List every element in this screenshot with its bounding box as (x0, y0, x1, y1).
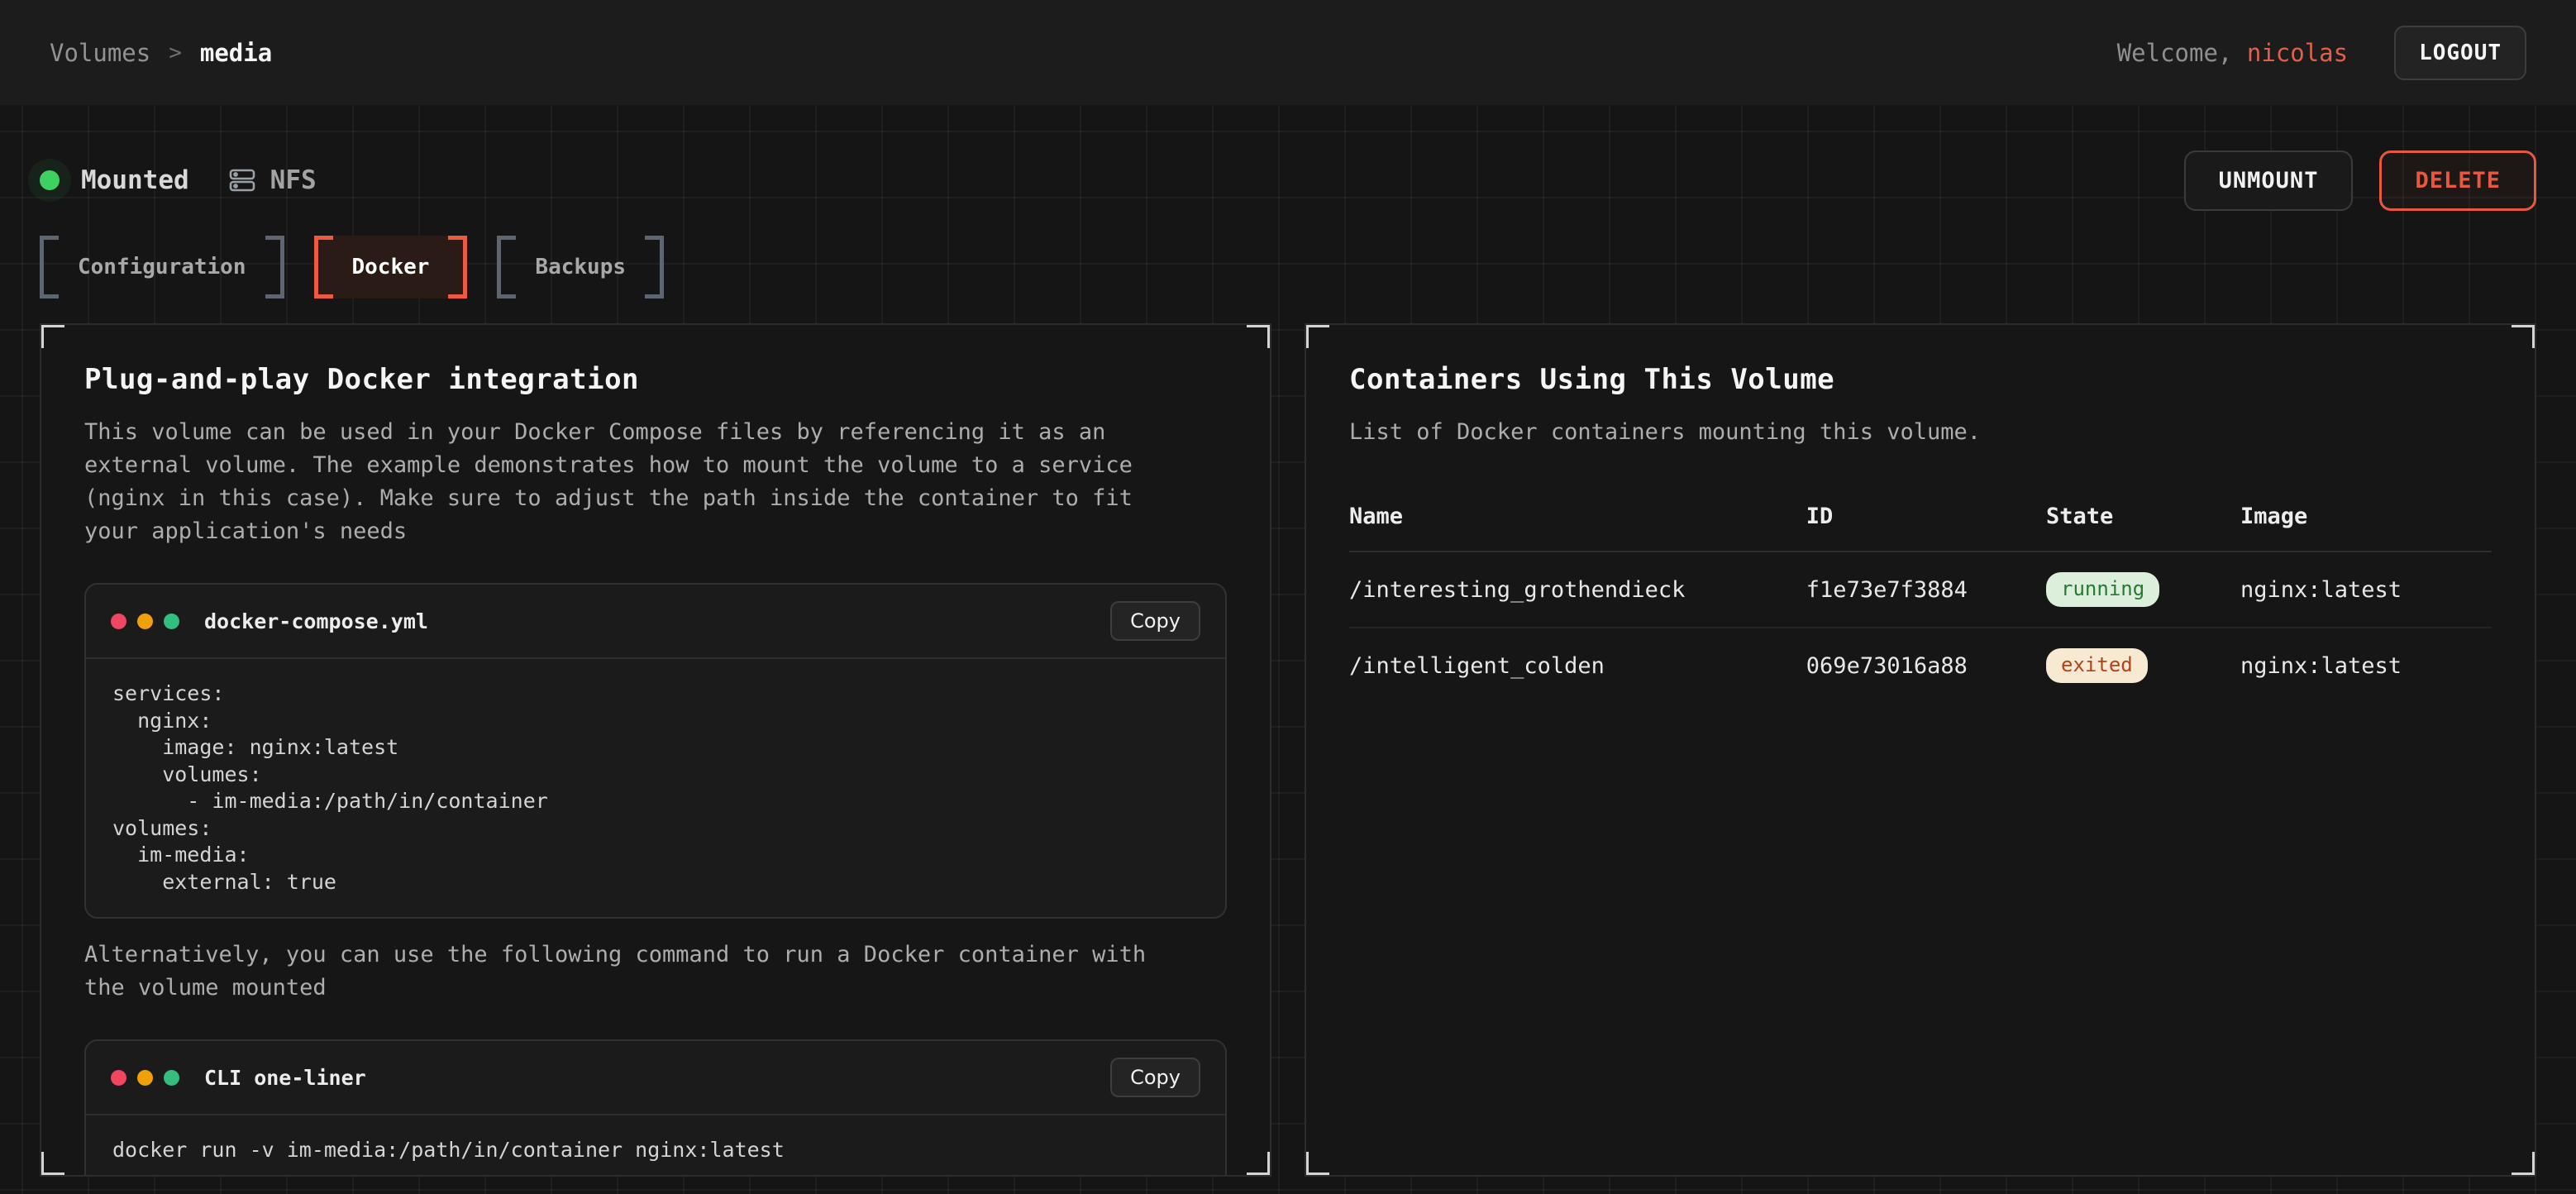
container-name: /interesting_grothendieck (1349, 552, 1806, 628)
containers-panel-title: Containers Using This Volume (1349, 363, 2492, 396)
tab-backups[interactable]: Backups (497, 236, 664, 298)
breadcrumb-separator-icon: > (169, 41, 182, 65)
compose-code-text: services: nginx: image: nginx:latest vol… (86, 659, 1225, 917)
status-badge: exited (2046, 648, 2148, 683)
containers-panel: Containers Using This Volume List of Doc… (1305, 323, 2536, 1177)
cli-title: CLI one-liner (204, 1066, 366, 1090)
container-image: nginx:latest (2240, 552, 2492, 628)
mounted-status-dot-icon (40, 170, 60, 190)
breadcrumb-current-volume: media (200, 39, 272, 67)
cli-code-header: CLI one-liner Copy (86, 1041, 1225, 1115)
filesystem-type: NFS (227, 165, 317, 195)
container-id: f1e73e7f3884 (1806, 552, 2046, 628)
docker-panel-description: This volume can be used in your Docker C… (84, 416, 1196, 548)
panel-corner-icon (2512, 323, 2536, 348)
tab-configuration[interactable]: Configuration (40, 236, 284, 298)
breadcrumb: Volumes > media (50, 39, 272, 67)
compose-code-block: docker-compose.yml Copy services: nginx:… (84, 583, 1227, 919)
containers-table: Name ID State Image /interesting_grothen… (1349, 504, 2492, 703)
compose-filename: docker-compose.yml (204, 609, 428, 633)
logout-button[interactable]: LOGOUT (2394, 26, 2526, 80)
welcome-text: Welcome, nicolas (2117, 39, 2348, 67)
panel-corner-icon (1305, 1152, 1329, 1177)
compose-code-body: services: nginx: image: nginx:latest vol… (86, 659, 1225, 917)
tab-docker[interactable]: Docker (314, 236, 468, 298)
header-right: Welcome, nicolas LOGOUT (2117, 26, 2526, 80)
panel-corner-icon (1247, 1152, 1271, 1177)
column-header-image: Image (2240, 504, 2492, 552)
top-bar: Volumes > media Welcome, nicolas LOGOUT (0, 0, 2576, 105)
table-row: /intelligent_colden 069e73016a88 exited … (1349, 628, 2492, 703)
compose-copy-button[interactable]: Copy (1110, 601, 1200, 641)
container-id: 069e73016a88 (1806, 628, 2046, 703)
column-header-id: ID (1806, 504, 2046, 552)
docker-panel-title: Plug-and-play Docker integration (84, 363, 1227, 396)
delete-button[interactable]: DELETE (2379, 150, 2536, 211)
container-name: /intelligent_colden (1349, 628, 1806, 703)
docker-integration-panel: Plug-and-play Docker integration This vo… (40, 323, 1271, 1177)
main-content: Mounted NFS UNMOUNT DELETE Configuration… (0, 105, 2576, 1194)
breadcrumb-volumes-link[interactable]: Volumes (50, 39, 150, 67)
column-header-state: State (2046, 504, 2240, 552)
panel-corner-icon (40, 1152, 64, 1177)
green-dot-icon (164, 1070, 179, 1086)
traffic-light-icons (111, 1070, 179, 1086)
traffic-light-icons (111, 614, 179, 629)
panel-corner-icon (1247, 323, 1271, 348)
cli-intro-text: Alternatively, you can use the following… (84, 938, 1196, 1005)
amber-dot-icon (137, 1070, 153, 1086)
unmount-button[interactable]: UNMOUNT (2184, 150, 2354, 211)
panel-corner-icon (2512, 1152, 2536, 1177)
panel-corner-icon (40, 323, 64, 348)
column-header-name: Name (1349, 504, 1806, 552)
server-stack-icon (227, 165, 257, 195)
welcome-prefix: Welcome, (2117, 39, 2247, 67)
volume-actions: UNMOUNT DELETE (2184, 150, 2536, 211)
volume-status-bar: Mounted NFS UNMOUNT DELETE (40, 105, 2536, 208)
red-dot-icon (111, 614, 126, 629)
status-badge: running (2046, 572, 2159, 607)
panels-row: Plug-and-play Docker integration This vo… (40, 323, 2536, 1177)
green-dot-icon (164, 614, 179, 629)
amber-dot-icon (137, 614, 153, 629)
fs-type-label: NFS (270, 165, 317, 195)
table-row: /interesting_grothendieck f1e73e7f3884 r… (1349, 552, 2492, 628)
compose-code-header: docker-compose.yml Copy (86, 585, 1225, 659)
cli-code-block: CLI one-liner Copy docker run -v im-medi… (84, 1039, 1227, 1177)
red-dot-icon (111, 1070, 126, 1086)
mount-status-label: Mounted (81, 165, 189, 195)
username: nicolas (2247, 39, 2348, 67)
table-header-row: Name ID State Image (1349, 504, 2492, 552)
cli-code-body: docker run -v im-media:/path/in/containe… (86, 1115, 1225, 1177)
panel-corner-icon (1305, 323, 1329, 348)
container-image: nginx:latest (2240, 628, 2492, 703)
containers-panel-description: List of Docker containers mounting this … (1349, 416, 2461, 449)
cli-copy-button[interactable]: Copy (1110, 1058, 1200, 1097)
tab-bar: Configuration Docker Backups (40, 236, 2536, 298)
cli-code-text: docker run -v im-media:/path/in/containe… (86, 1115, 1225, 1177)
